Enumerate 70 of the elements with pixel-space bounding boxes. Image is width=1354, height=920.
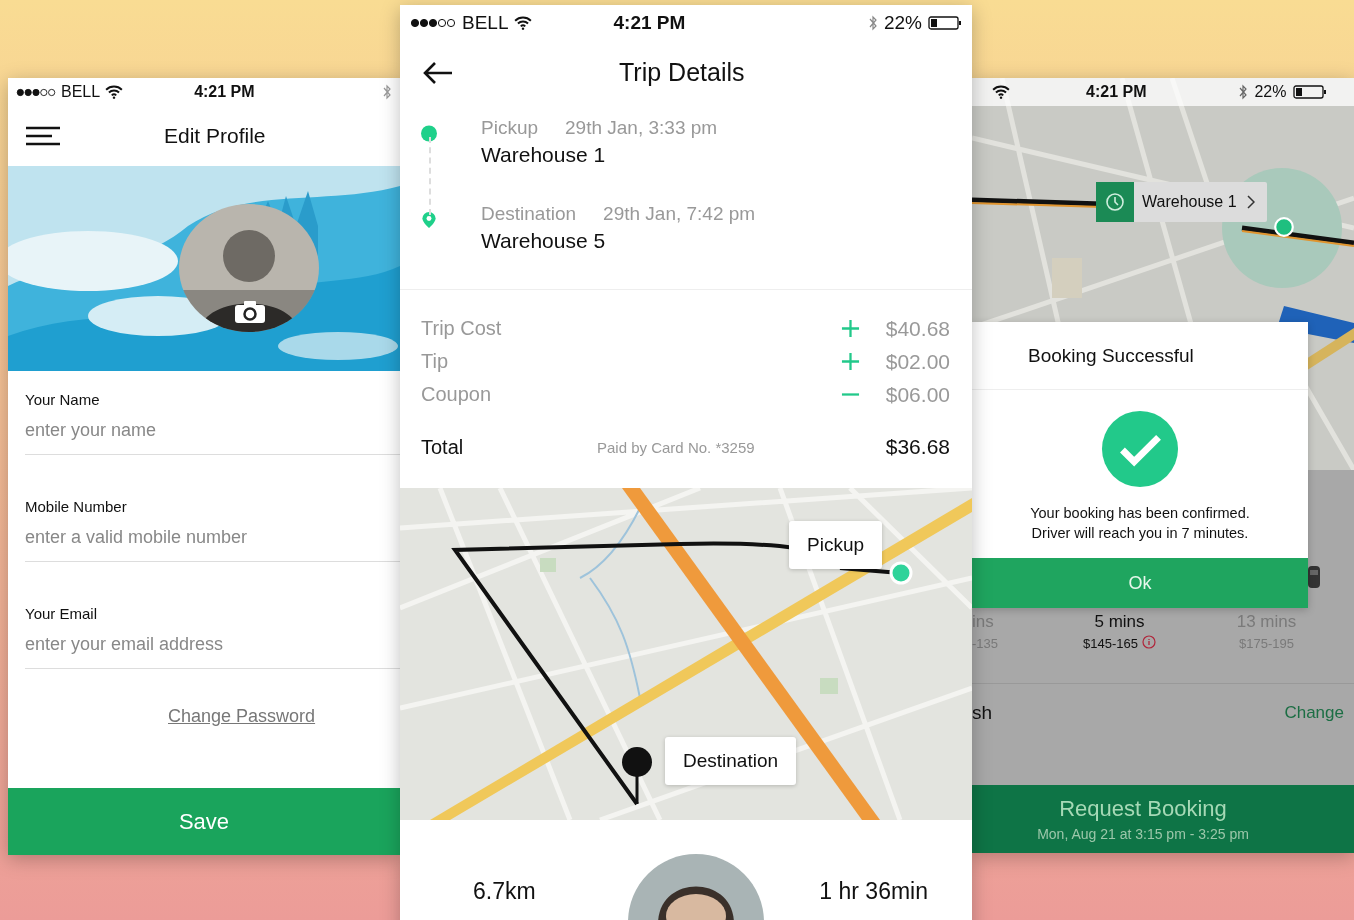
change-password-link[interactable]: Change Password [168, 706, 316, 727]
bluetooth-icon [1238, 84, 1249, 100]
charge-amount: $40.68 [884, 316, 950, 341]
request-booking-button[interactable]: Request Booking Mon, Aug 21 at 3:15 pm - 3:25 pm [972, 785, 1354, 853]
plus-icon [841, 352, 860, 371]
ok-button[interactable]: Ok [972, 558, 1308, 608]
payment-method: sh [972, 702, 993, 724]
dialog-message: Your booking has been confirmed. [1030, 504, 1250, 523]
chevron-icon [1246, 195, 1255, 209]
signal-icon [16, 87, 56, 97]
wifi-icon [105, 85, 124, 99]
total-label: Total [421, 435, 465, 459]
total-amount: $36.68 [885, 435, 950, 459]
map-label: Destination [665, 737, 797, 785]
charge-amount: $02.00 [884, 349, 950, 374]
stop-time: 29th Jan, 7:42 pm [603, 203, 756, 225]
change-link[interactable]: Change [1284, 703, 1344, 723]
clock-icon [1105, 192, 1125, 212]
status-time: 4:21 PM [1086, 83, 1147, 101]
dialog-message: Driver will reach you in 7 minutes. [1031, 524, 1249, 543]
charge-label: Tip [421, 350, 450, 373]
payment-note: Paid by Card No. *3259 [597, 438, 756, 456]
field-label: Your Name [25, 391, 101, 408]
stop-time: 29th Jan, 3:33 pm [565, 117, 718, 139]
map-pin-icon [621, 746, 653, 804]
screen-title: Trip Details [619, 58, 745, 87]
menu-icon[interactable] [26, 126, 60, 146]
pickup-dot-icon [421, 125, 437, 142]
status-time: 4:21 PM [194, 83, 256, 101]
battery-percent: 22% [883, 11, 922, 34]
pickup-marker-icon [889, 561, 913, 585]
field-label: Your Email [25, 605, 98, 622]
signal-icon [410, 17, 456, 28]
wifi-icon [992, 85, 1010, 99]
status-time: 4:21 PM [613, 11, 687, 34]
stop-label: Pickup [481, 117, 539, 139]
field-label: Mobile Number [25, 498, 128, 515]
location-callout[interactable]: Warehouse 1 [1096, 182, 1267, 222]
price-range: $145-165 [1083, 636, 1138, 651]
location-pin-icon [421, 211, 437, 228]
input-field[interactable]: enter a valid mobile number [25, 515, 400, 562]
back-arrow-icon[interactable] [422, 60, 454, 85]
trip-duration: 1 hr 36min [819, 878, 928, 905]
wifi-icon [514, 15, 533, 30]
charge-amount: $06.00 [884, 382, 950, 407]
charge-label: Coupon [421, 383, 493, 406]
info-icon[interactable] [1141, 634, 1156, 649]
stop-label: Destination [481, 203, 577, 225]
battery-icon [928, 15, 962, 30]
plus-icon [841, 319, 860, 338]
charge-label: Trip Cost [421, 317, 503, 340]
bluetooth-icon [867, 14, 878, 31]
minus-icon [841, 393, 860, 396]
input-field[interactable]: enter your name [25, 408, 400, 455]
screen-title: Edit Profile [164, 124, 266, 148]
carrier-name: BELL [462, 11, 509, 34]
bluetooth-icon [382, 84, 392, 100]
car-icon [1306, 564, 1322, 590]
stop-place: Warehouse 5 [481, 229, 607, 253]
checkmark-icon [1101, 410, 1179, 488]
battery-percent: 22% [1254, 83, 1287, 101]
input-field[interactable]: enter your email address [25, 622, 400, 669]
save-button[interactable]: Save [8, 788, 400, 855]
carrier-name: BELL [61, 83, 101, 101]
battery-icon [1292, 85, 1327, 99]
camera-icon[interactable] [235, 301, 265, 323]
map-label: Pickup [789, 521, 883, 569]
eta-text: 5 mins [1094, 612, 1145, 632]
stop-place: Warehouse 1 [481, 143, 607, 167]
trip-distance: 6.7km [473, 878, 536, 905]
